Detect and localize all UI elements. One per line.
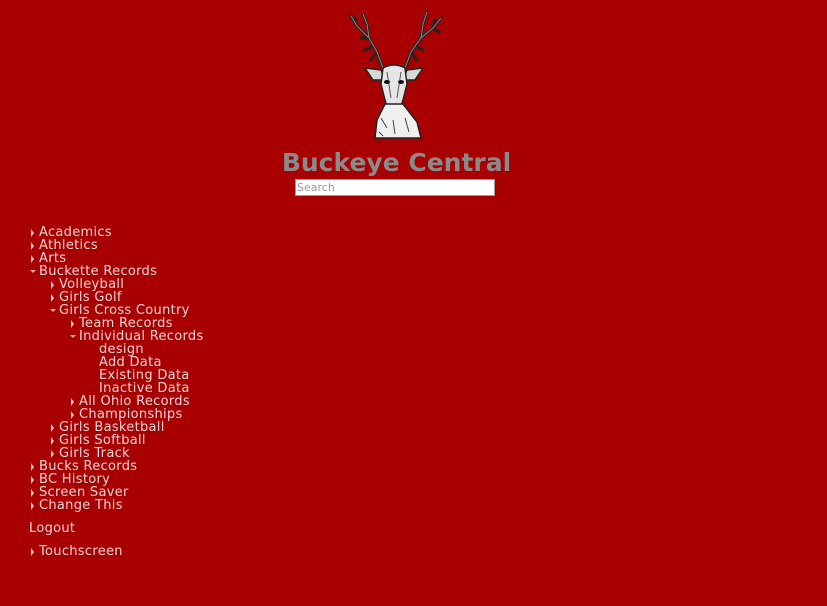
caret-right-icon — [29, 460, 39, 473]
caret-right-icon — [69, 317, 79, 330]
caret-right-icon — [69, 408, 79, 421]
caret-down-icon — [29, 265, 39, 278]
caret-right-icon — [29, 239, 39, 252]
caret-down-icon — [69, 330, 79, 343]
caret-right-icon — [49, 434, 59, 447]
caret-right-icon — [49, 278, 59, 291]
caret-right-icon — [29, 545, 39, 558]
caret-right-icon — [29, 486, 39, 499]
nav-tree: Academics Athletics Arts Buckette Record… — [29, 226, 204, 558]
caret-right-icon — [29, 473, 39, 486]
caret-right-icon — [49, 421, 59, 434]
logout-label: Logout — [29, 521, 76, 536]
caret-right-icon — [29, 252, 39, 265]
caret-right-icon — [49, 447, 59, 460]
nav-item-change-this[interactable]: Change This — [29, 499, 204, 512]
caret-down-icon — [49, 304, 59, 317]
nav-item-label: Change This — [39, 498, 123, 513]
search-input[interactable] — [295, 179, 495, 196]
site-title: Buckeye Central — [281, 148, 512, 177]
deer-head-logo — [343, 8, 449, 140]
caret-right-icon — [29, 499, 39, 512]
nav-item-touchscreen[interactable]: Touchscreen — [29, 545, 204, 558]
caret-right-icon — [69, 395, 79, 408]
nav-item-label: Touchscreen — [39, 544, 123, 559]
logout-link[interactable]: Logout — [29, 522, 204, 535]
caret-right-icon — [49, 291, 59, 304]
caret-right-icon — [29, 226, 39, 239]
